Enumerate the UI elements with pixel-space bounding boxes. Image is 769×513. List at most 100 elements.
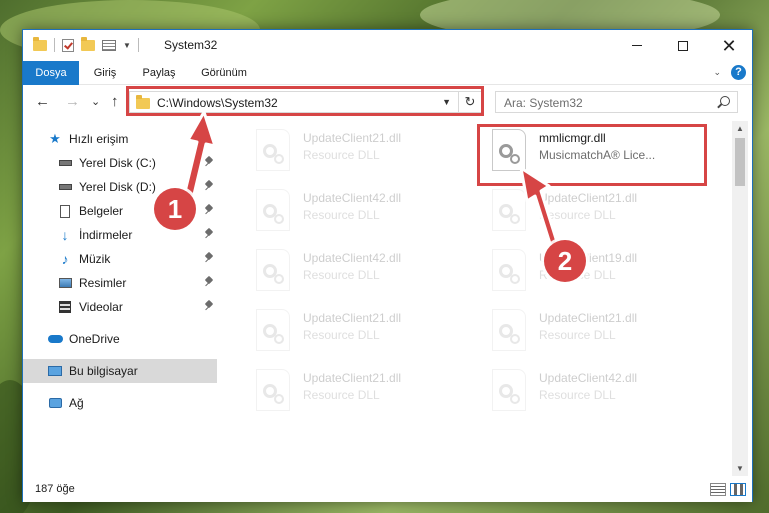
star-icon: ★ [49,131,61,146]
navigation-pane: ★ Hızlı erişim Yerel Disk (C:) Yerel Dis… [23,121,217,476]
vertical-scrollbar[interactable]: ▲ ▼ [732,121,748,476]
file-type: Resource DLL [539,388,616,402]
pin-icon[interactable] [205,157,213,167]
sidebar-item-music[interactable]: ♪ Müzik [23,247,217,271]
file-name: UpdateClient42.dll [303,191,402,205]
dll-file-icon [492,189,526,231]
download-icon: ↓ [61,227,69,243]
file-name: UpdateClient21.dll [539,191,638,205]
file-item[interactable]: UpdateClient42.dll Resource DLL [244,183,472,239]
pin-icon[interactable] [205,181,213,191]
tab-view[interactable]: Görünüm [191,61,257,85]
minimize-icon [632,45,642,46]
file-type: Resource DLL [303,328,380,342]
sidebar-item-label: Hızlı erişim [69,132,129,146]
file-name: UpdateClient21.dll [303,131,402,145]
pin-icon[interactable] [205,277,213,287]
pictures-icon [57,276,73,290]
view-switcher [710,483,746,496]
details-view-icon[interactable] [710,483,726,496]
ribbon-tabs: Dosya Giriş Paylaş Görünüm ⌄ ? [23,61,752,85]
expand-ribbon-icon[interactable]: ⌄ [713,67,721,78]
dll-file-icon [256,309,290,351]
properties-check-icon[interactable] [62,38,74,52]
view-properties-icon[interactable] [102,39,116,51]
pin-icon[interactable] [205,205,213,215]
search-placeholder[interactable]: Ara: System32 [504,96,583,110]
minimize-button[interactable] [614,30,660,61]
file-item[interactable]: UpdateClient21.dll Resource DLL [244,363,472,419]
pin-icon[interactable] [205,253,213,263]
sidebar-item-pictures[interactable]: Resimler [23,271,217,295]
file-name: UpdateClient42.dll [303,251,402,265]
file-item[interactable]: UpdateClient42.dll Resource DLL [480,363,708,419]
divider [137,38,139,52]
close-button[interactable]: ✕ [706,30,752,61]
up-button[interactable]: ↑ [111,93,119,110]
file-type: Resource DLL [303,208,380,222]
maximize-icon [678,40,688,51]
sidebar-item-label: Yerel Disk (D:) [79,180,156,194]
help-icon[interactable]: ? [731,65,746,80]
status-bar: 187 öğe [23,478,752,502]
recent-locations-button[interactable]: ⌄ [91,95,100,108]
drive-icon [57,156,73,170]
tiles-view-icon[interactable] [730,483,746,496]
scroll-up-icon[interactable]: ▲ [732,121,748,136]
tab-home[interactable]: Giriş [83,61,127,85]
item-count: 187 öğe [35,483,75,495]
sidebar-item-label: İndirmeler [79,228,133,242]
file-item[interactable]: UpdateClient42.dll Resource DLL [244,243,472,299]
sidebar-item-label: Müzik [79,252,111,266]
tab-share[interactable]: Paylaş [133,61,185,85]
sidebar-item-network[interactable]: Ağ [23,391,217,415]
new-folder-icon[interactable] [81,36,95,51]
file-name: UpdateClient42.dll [539,371,638,385]
window-controls: ✕ [614,30,752,61]
back-button[interactable]: ← [35,93,50,110]
pin-icon[interactable] [205,229,213,239]
maximize-button[interactable] [660,30,706,61]
chevron-down-icon[interactable]: ▼ [123,41,131,50]
search-input[interactable]: Ara: System32 [495,91,738,113]
sidebar-item-local-disk-c[interactable]: Yerel Disk (C:) [23,151,217,175]
computer-icon [47,364,63,378]
network-icon [47,396,63,410]
scroll-down-icon[interactable]: ▼ [732,461,748,476]
step-2-badge: 2 [544,240,586,282]
dll-file-icon [492,369,526,411]
close-icon: ✕ [721,35,737,56]
pin-icon[interactable] [205,301,213,311]
folder-icon [33,36,47,51]
sidebar-item-this-pc[interactable]: Bu bilgisayar [23,359,217,383]
file-item[interactable]: UpdateClient21.dll Resource DLL [480,183,708,239]
file-type: Resource DLL [303,148,380,162]
cloud-icon [47,332,63,346]
search-icon[interactable] [720,96,730,106]
file-item[interactable]: UpdateClient21.dll Resource DLL [244,303,472,359]
forward-button[interactable]: → [65,93,80,110]
sidebar-item-downloads[interactable]: ↓ İndirmeler [23,223,217,247]
sidebar-item-onedrive[interactable]: OneDrive [23,327,217,351]
scroll-thumb[interactable] [735,138,745,186]
sidebar-item-videos[interactable]: Videolar [23,295,217,319]
file-item[interactable]: UpdateClient21.dll Resource DLL [244,123,472,179]
file-highlight [477,124,707,186]
videos-icon [57,300,73,314]
file-item[interactable]: UpdateClient19.dll Resource DLL [480,243,708,299]
dll-file-icon [256,189,290,231]
file-item[interactable]: UpdateClient21.dll Resource DLL [480,303,708,359]
sidebar-item-label: Belgeler [79,204,124,218]
file-type: Resource DLL [303,268,380,282]
divider [54,38,55,52]
tab-file[interactable]: Dosya [23,61,79,85]
music-icon: ♪ [61,251,69,267]
window-title: System32 [164,38,218,52]
file-name: UpdateClient21.dll [303,371,402,385]
sidebar-item-label: Yerel Disk (C:) [79,156,156,170]
dll-file-icon [256,249,290,291]
sidebar-item-label: Videolar [79,300,123,314]
sidebar-item-quick-access[interactable]: ★ Hızlı erişim [23,127,217,151]
drive-icon [57,180,73,194]
file-name: UpdateClient21.dll [303,311,402,325]
